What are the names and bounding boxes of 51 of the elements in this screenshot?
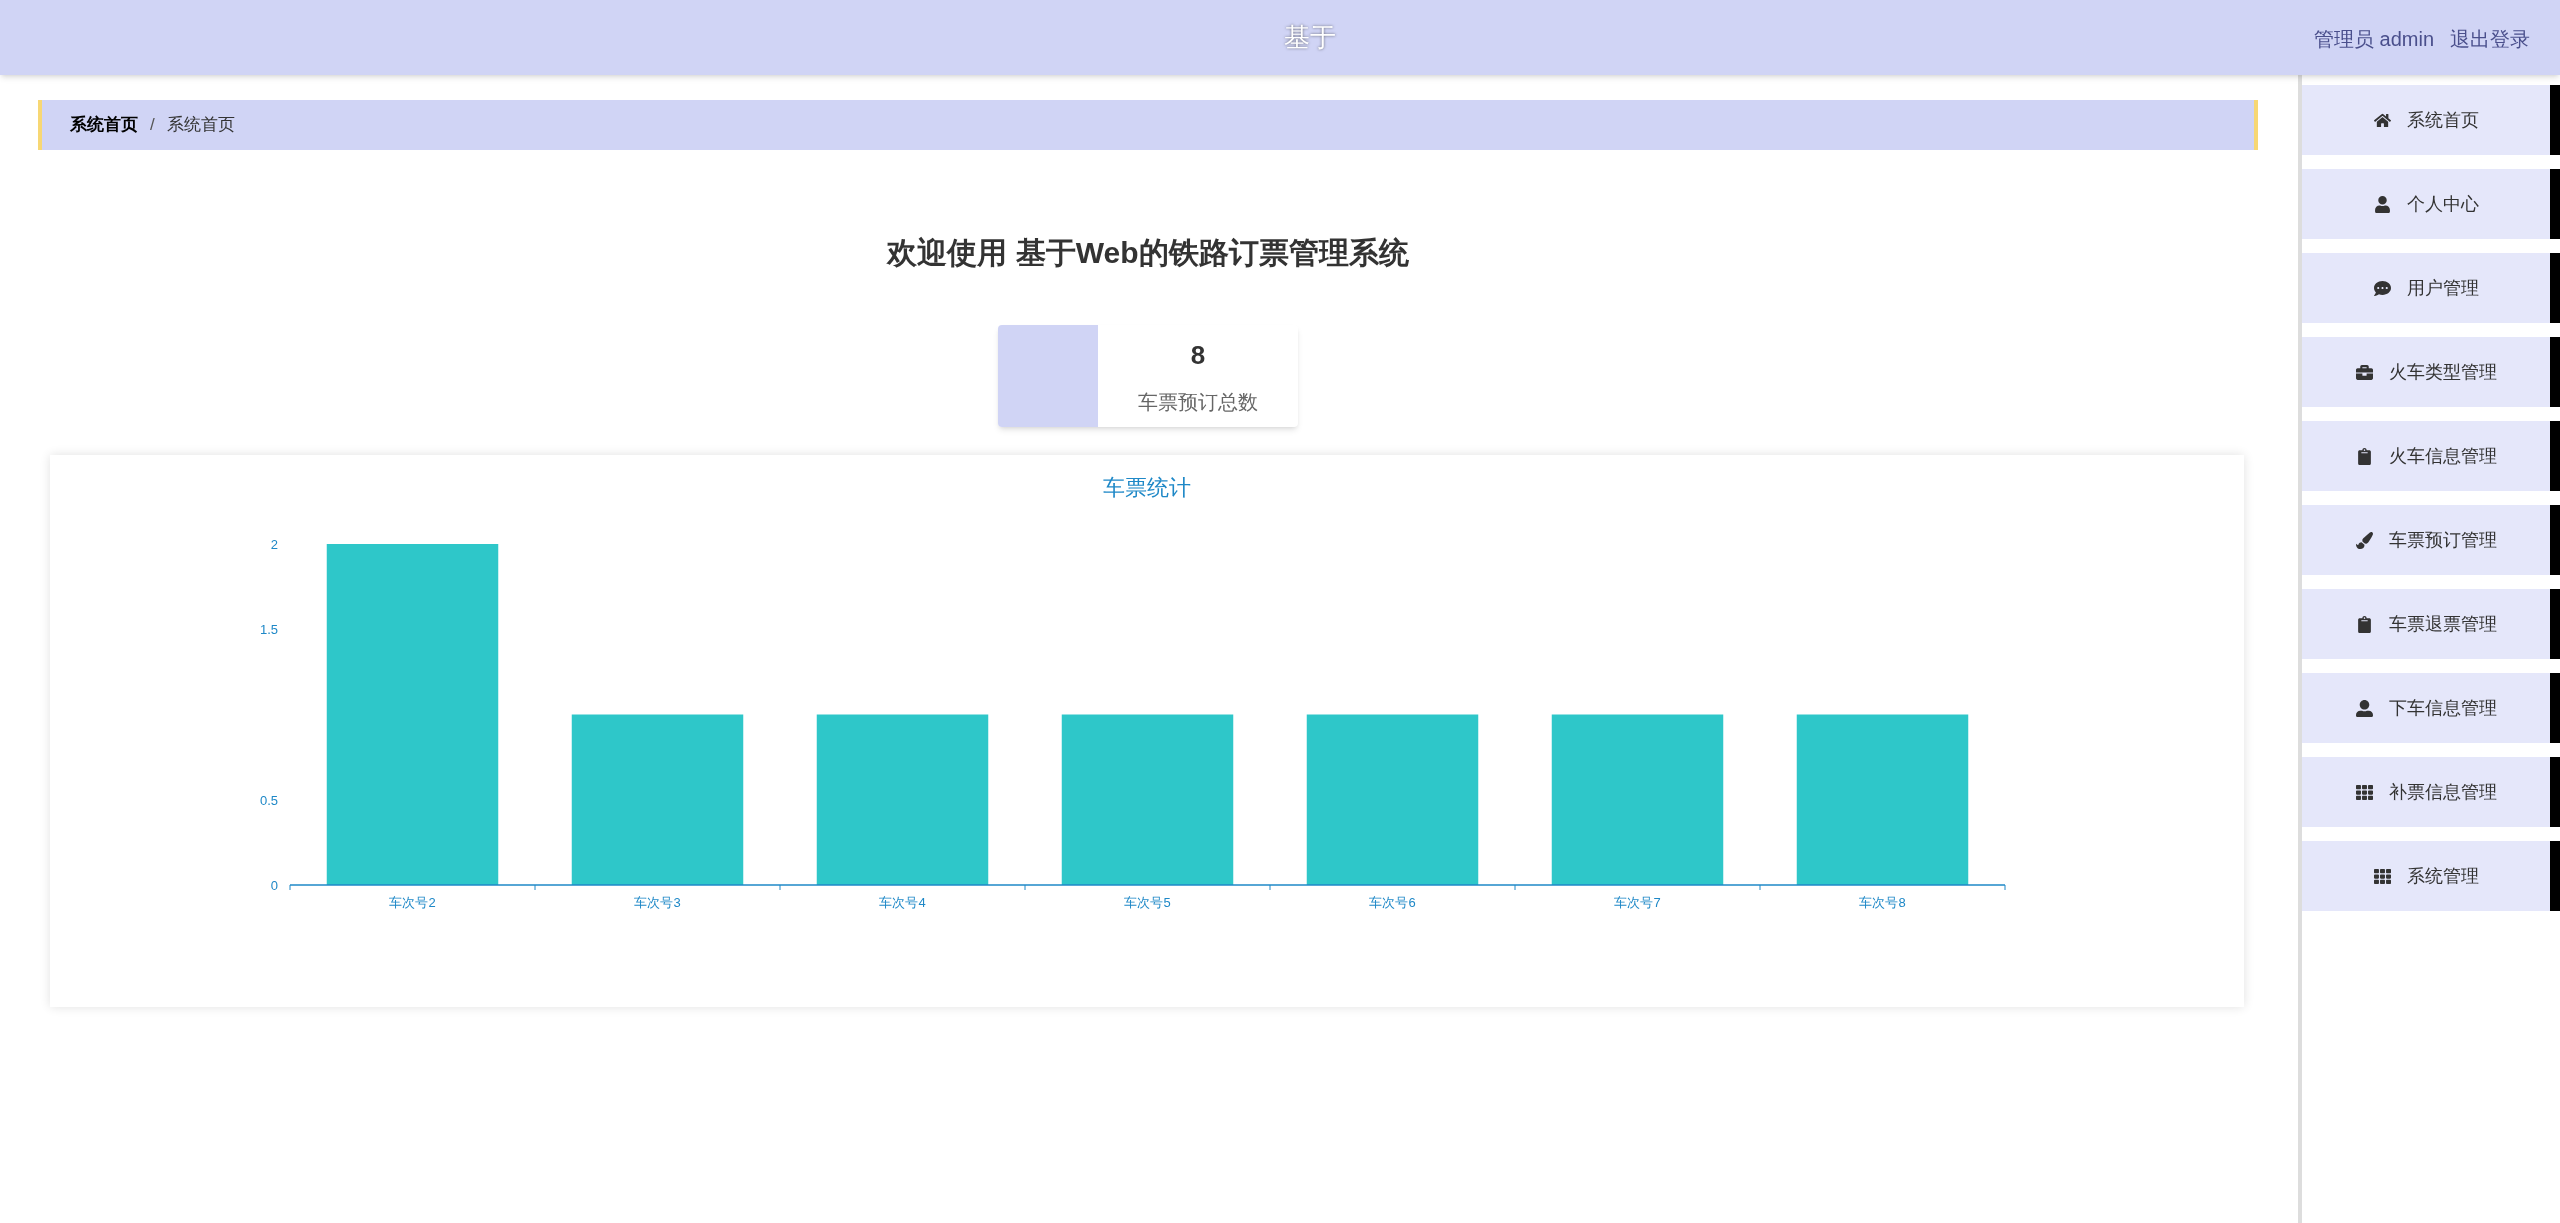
stat-label: 车票预订总数 bbox=[1138, 389, 1258, 415]
sidebar-item[interactable]: 车票预订管理 bbox=[2302, 505, 2551, 575]
sidebar-item-edge bbox=[2550, 589, 2560, 659]
grid-icon bbox=[2373, 867, 2391, 885]
logout-link[interactable]: 退出登录 bbox=[2450, 24, 2530, 54]
briefcase-icon bbox=[2355, 363, 2373, 381]
breadcrumb-current: 系统首页 bbox=[166, 114, 235, 137]
sidebar-item[interactable]: 补票信息管理 bbox=[2302, 757, 2551, 827]
stat-value: 8 bbox=[1190, 338, 1206, 372]
x-tick-label: 车次号6 bbox=[1369, 895, 1416, 910]
brush-icon bbox=[2355, 531, 2373, 549]
sidebar-item-edge bbox=[2550, 169, 2560, 239]
sidebar-item-edge bbox=[2550, 253, 2560, 323]
breadcrumb-separator: / bbox=[150, 114, 155, 137]
sidebar-item[interactable]: 火车信息管理 bbox=[2302, 421, 2551, 491]
sidebar-item[interactable]: 个人中心 bbox=[2302, 169, 2551, 239]
sidebar-item[interactable]: 车票退票管理 bbox=[2302, 589, 2551, 659]
sidebar-item-edge bbox=[2550, 85, 2560, 155]
welcome-title: 欢迎使用 基于Web的铁路订票管理系统 bbox=[887, 235, 1409, 271]
breadcrumb-link[interactable]: 系统首页 bbox=[70, 112, 138, 138]
user-icon bbox=[2373, 195, 2391, 213]
sidebar-item[interactable]: 火车类型管理 bbox=[2302, 337, 2551, 407]
x-tick-label: 车次号8 bbox=[1859, 895, 1906, 910]
y-tick-label: 0.5 bbox=[259, 792, 278, 808]
sidebar-item-edge bbox=[2550, 757, 2560, 827]
admin-label: 管理员 admin bbox=[2313, 27, 2434, 52]
sidebar-item[interactable]: 系统首页 bbox=[2302, 85, 2551, 155]
y-tick-label: 2 bbox=[270, 537, 278, 552]
grid-icon bbox=[2355, 783, 2373, 801]
sidebar-item[interactable]: 用户管理 bbox=[2302, 253, 2551, 323]
x-tick-label: 车次号2 bbox=[389, 895, 436, 910]
home-icon bbox=[2373, 111, 2391, 129]
y-tick-label: 0 bbox=[270, 878, 278, 893]
clipboard-icon bbox=[2355, 615, 2373, 633]
sidebar-item-edge bbox=[2550, 841, 2560, 911]
x-tick-label: 车次号4 bbox=[879, 895, 926, 910]
sidebar-item-edge bbox=[2550, 421, 2560, 491]
y-tick-label: 1.5 bbox=[259, 622, 278, 638]
sidebar-item-edge bbox=[2550, 673, 2560, 743]
clipboard-icon bbox=[2355, 447, 2373, 465]
chat-icon bbox=[2373, 279, 2391, 297]
x-tick-label: 车次号3 bbox=[634, 895, 681, 910]
sidebar-item[interactable]: 下车信息管理 bbox=[2302, 673, 2551, 743]
chart-title: 车票统计 bbox=[1102, 474, 1192, 502]
header-title: 基于 bbox=[1283, 21, 1336, 54]
person-icon bbox=[2355, 699, 2373, 717]
sidebar-item[interactable]: 系统管理 bbox=[2302, 841, 2551, 911]
sidebar-item-edge bbox=[2550, 505, 2560, 575]
sidebar-item-edge bbox=[2550, 337, 2560, 407]
x-tick-label: 车次号7 bbox=[1614, 895, 1661, 910]
x-tick-label: 车次号5 bbox=[1124, 895, 1171, 910]
